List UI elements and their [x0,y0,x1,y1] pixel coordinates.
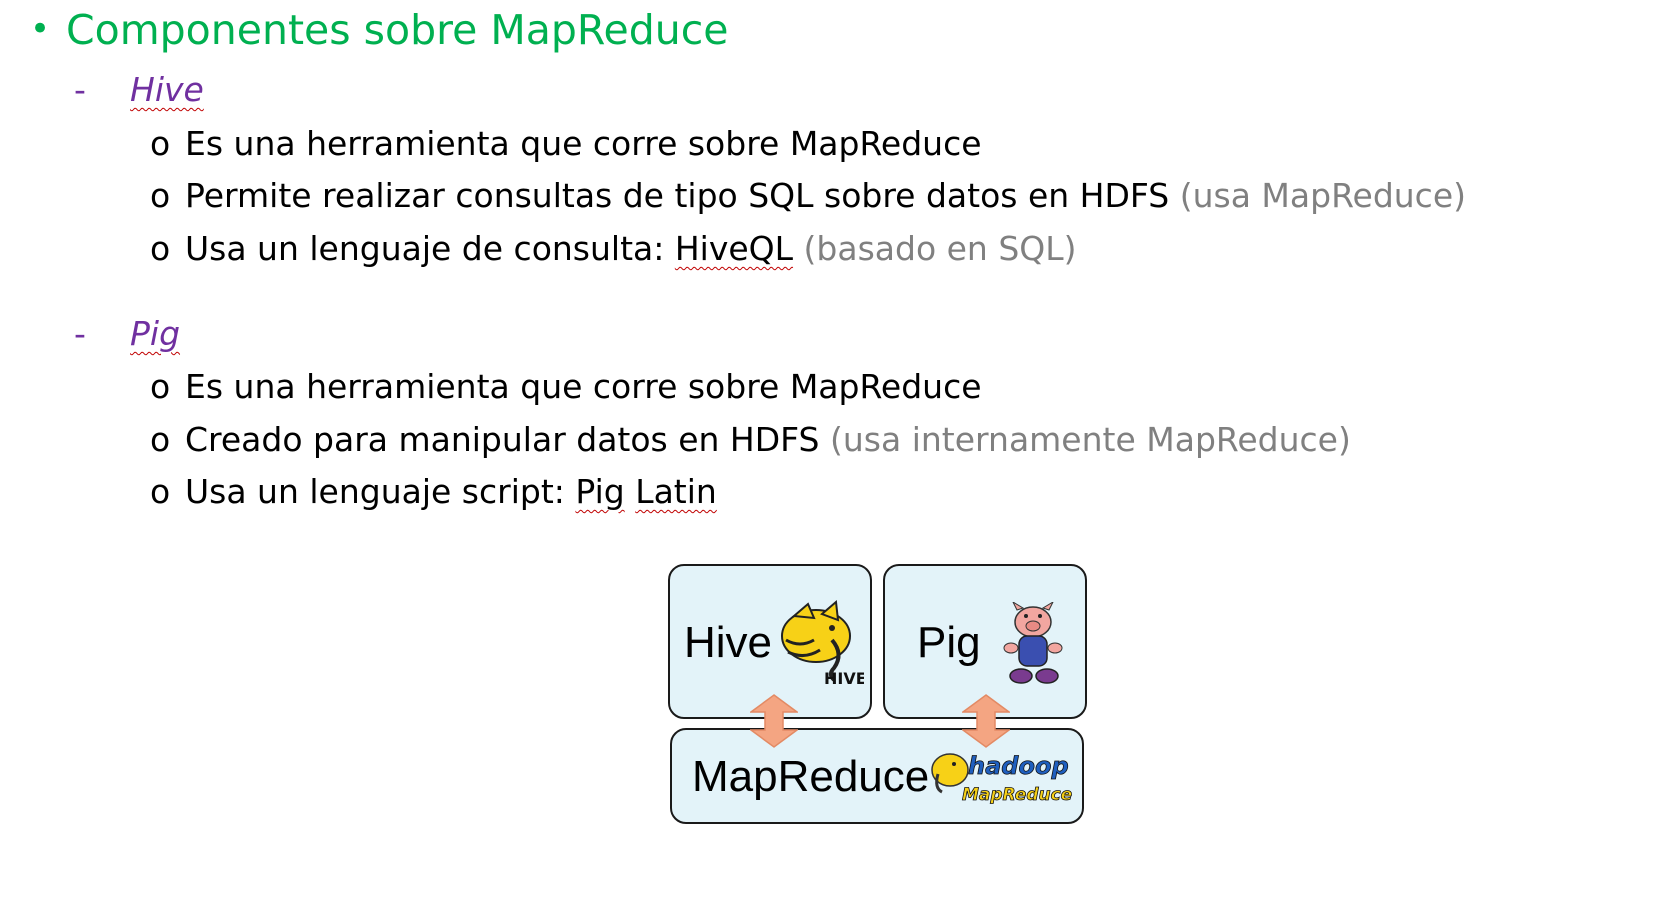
hive-mapreduce-arrow-icon [750,694,798,748]
item-marker: o [150,367,171,406]
list-item: o Permite realizar consultas de tipo SQL … [150,176,1466,215]
mapreduce-box-label: MapReduce [692,752,930,801]
list-item: o Usa un lenguaje de consulta: HiveQL (ba… [150,229,1077,268]
item-text: Usa un lenguaje script: [185,472,576,511]
section-name-hive: Hive [130,70,204,109]
pig-mapreduce-arrow-icon [962,694,1010,748]
item-marker: o [150,420,171,459]
pig-mascot-icon [1003,602,1063,684]
item-marker: o [150,124,171,163]
section-dash: - [74,314,86,353]
section-hive-heading: - Hive [74,70,204,109]
hadoop-logo-subtext: MapReduce [962,785,1072,805]
hive-box-label: Hive [684,618,773,667]
item-text: Es una herramienta que corre sobre MapRe… [185,124,982,163]
list-item: o Creado para manipular datos en HDFS (us… [150,420,1351,459]
item-term-pig: Pig [575,472,625,511]
pig-box-label: Pig [917,618,981,667]
item-term-latin: Latin [635,472,717,511]
hadoop-mapreduce-logo-icon: hadoop MapReduce [931,752,1073,805]
item-text: Permite realizar consultas de tipo SQL s… [185,176,1170,215]
item-marker: o [150,176,171,215]
hadoop-logo-text: hadoop [968,752,1069,780]
item-term-hiveql: HiveQL [674,229,794,268]
slide: • Componentes sobre MapReduce - Hive o Es u… [0,0,1671,897]
heading-title: Componentes sobre MapReduce [66,6,729,54]
hive-logo-text: HIVE [824,669,864,688]
item-note: (usa internamente MapReduce) [830,420,1351,459]
slide-heading: • Componentes sobre MapReduce [30,6,729,54]
hive-bee-logo-icon: HIVE [781,600,864,688]
list-item: o Usa un lenguaje script: Pig Latin [150,472,717,511]
item-marker: o [150,472,171,511]
item-text: Creado para manipular datos en HDFS [185,420,820,459]
section-name-pig: Pig [130,314,181,353]
list-item: o Es una herramienta que corre sobre MapR… [150,124,982,163]
item-note: (basado en SQL) [803,229,1077,268]
item-text: Usa un lenguaje de consulta: [185,229,675,268]
mapreduce-box: MapReduce hadoop MapReduce [670,728,1084,824]
section-dash: - [74,70,86,109]
item-marker: o [150,229,171,268]
item-text: Es una herramienta que corre sobre MapRe… [185,367,982,406]
list-item: o Es una herramienta que corre sobre MapR… [150,367,982,406]
section-pig-heading: - Pig [74,314,180,353]
item-note: (usa MapReduce) [1179,176,1467,215]
heading-bullet: • [30,9,51,49]
